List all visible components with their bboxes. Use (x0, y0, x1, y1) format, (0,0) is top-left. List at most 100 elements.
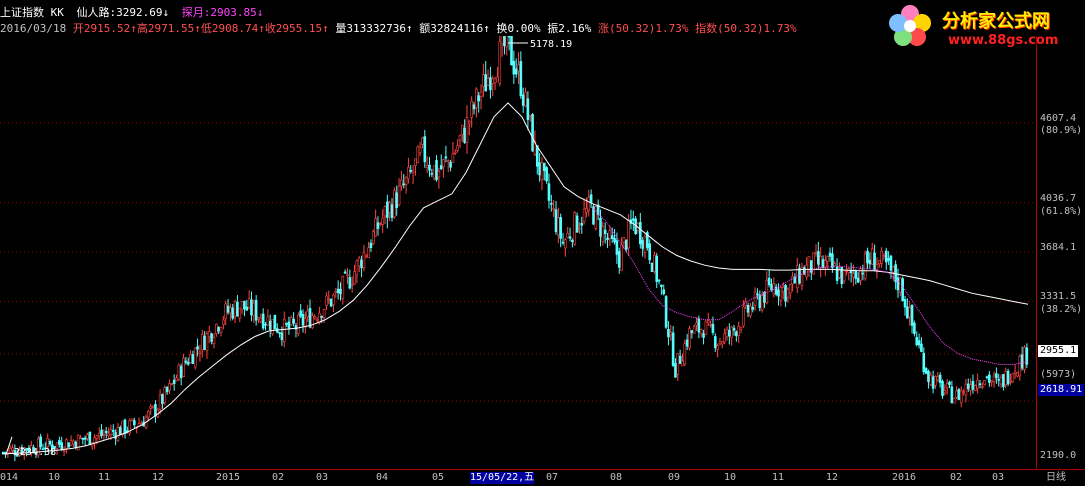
candle-up (800, 267, 804, 286)
candle-down (821, 259, 825, 269)
candle-down (784, 284, 787, 302)
candle-up (852, 273, 855, 278)
candle-down (154, 404, 157, 417)
candle-up (219, 327, 223, 333)
candle-up (1023, 346, 1026, 371)
candle-up (456, 145, 459, 151)
candle-up (458, 135, 462, 141)
candle-up (364, 254, 368, 257)
candle-up (189, 354, 192, 364)
candle-up (346, 274, 349, 276)
candle-down (648, 243, 651, 261)
x-label: 12 (826, 472, 839, 483)
candle-up (934, 376, 937, 386)
candle-down (343, 271, 347, 274)
candle-up (147, 411, 150, 418)
candle-up (564, 239, 567, 249)
candle-up (779, 286, 783, 301)
candle-up (833, 263, 837, 266)
candle-up (149, 406, 153, 409)
candle-up (955, 390, 958, 398)
candle-down (1002, 374, 1005, 387)
candle-up (200, 334, 204, 351)
candle-up (313, 316, 317, 319)
candle-up (418, 147, 422, 153)
candle-down (196, 346, 199, 350)
candle-up (446, 160, 450, 162)
candle-up (699, 329, 703, 334)
candle-up (566, 232, 570, 238)
line2-arrow-icon: ↓ (256, 6, 264, 19)
candle-down (866, 250, 869, 264)
candle-down (835, 266, 839, 281)
candle-up (943, 390, 947, 394)
candle-up (470, 100, 473, 118)
period-label[interactable]: 日线 (1046, 472, 1066, 484)
candle-down (60, 442, 64, 450)
candle-up (594, 206, 598, 229)
candle-up (875, 264, 879, 271)
candles (1, 36, 1029, 462)
formula-name[interactable]: KK (51, 6, 64, 19)
candle-up (177, 364, 181, 380)
candle-down (430, 172, 434, 175)
candle-up (688, 328, 691, 349)
candle-up (976, 379, 979, 389)
line1-value: 3292.69 (116, 6, 163, 19)
candle-up (899, 277, 902, 293)
x-label: 014 (0, 472, 19, 483)
candle-down (559, 217, 562, 239)
axis-4036: 4036.7 (1040, 193, 1077, 204)
candle-up (257, 317, 260, 320)
candle-down (938, 374, 942, 383)
candle-down (402, 183, 406, 186)
candle-up (259, 317, 263, 322)
candle-up (311, 315, 314, 329)
candle-down (254, 299, 258, 321)
quote-low: 低2908.74 (200, 22, 259, 35)
candle-down (685, 339, 689, 347)
candle-down (1006, 370, 1010, 385)
candle-down (348, 277, 352, 289)
kline-chart[interactable]: 5178.19 2234.38 (0, 36, 1036, 469)
x-label: 2015 (216, 472, 241, 483)
candle-up (683, 343, 687, 365)
candle-down (535, 145, 539, 167)
candle-up (332, 294, 335, 305)
candle-down (678, 355, 682, 364)
candle-down (67, 442, 71, 448)
candle-up (400, 179, 403, 187)
candle-up (65, 439, 68, 449)
candle-down (571, 239, 574, 243)
candle-down (273, 314, 277, 330)
candle-down (697, 318, 701, 333)
candle-up (749, 305, 752, 316)
candle-up (582, 208, 586, 223)
candle-down (889, 255, 893, 271)
candle-up (93, 437, 96, 444)
candle-up (158, 394, 162, 410)
x-label: 03 (992, 472, 1005, 483)
candle-up (479, 91, 483, 98)
candle-up (812, 252, 815, 275)
candle-down (526, 98, 530, 120)
candle-up (842, 269, 846, 282)
candle-up (552, 208, 555, 210)
candle-up (730, 326, 733, 338)
candle-down (884, 250, 888, 263)
candle-down (580, 222, 584, 226)
candle-up (725, 329, 729, 338)
candle-up (306, 310, 309, 317)
candle-up (229, 307, 232, 314)
candle-up (573, 212, 577, 245)
candle-down (603, 229, 607, 235)
candle-down (123, 419, 127, 434)
candle-down (758, 295, 762, 309)
peak-marker: 5178.19 (507, 39, 572, 50)
candle-up (1013, 371, 1017, 375)
x-label: 2016 (892, 472, 917, 483)
candle-up (723, 333, 726, 343)
candle-down (545, 167, 548, 182)
candle-down (906, 306, 909, 319)
candle-up (215, 323, 218, 335)
